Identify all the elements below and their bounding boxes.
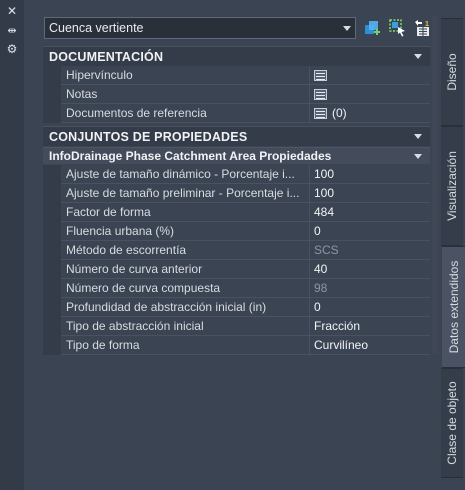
property-value[interactable]: 0: [314, 300, 321, 314]
property-row[interactable]: Tipo de abstracción inicial Fracción: [43, 317, 430, 336]
property-row[interactable]: Ajuste de tamaño dinámico - Porcentaje i…: [43, 165, 430, 184]
auto-hide-icon[interactable]: ⇹: [0, 24, 24, 38]
property-value-readonly: SCS: [314, 243, 339, 257]
property-label: Número de curva compuesta: [66, 281, 221, 295]
property-row[interactable]: Profundidad de abstracción inicial (in) …: [43, 298, 430, 317]
tab-visualizacion[interactable]: Visualización: [441, 126, 463, 246]
section-conjuntos-propiedades[interactable]: CONJUNTOS DE PROPIEDADES: [43, 126, 430, 146]
property-row-documentos[interactable]: Documentos de referencia (0): [43, 104, 430, 123]
table-icon[interactable]: [314, 108, 327, 119]
property-label: Número de curva anterior: [66, 262, 203, 276]
property-value[interactable]: 484: [314, 205, 334, 219]
property-value: (0): [332, 106, 347, 120]
palette-title-bar: ✕ ⇹ ⚙: [0, 0, 24, 490]
svg-text:1: 1: [425, 21, 429, 28]
property-value[interactable]: Fracción: [314, 319, 360, 333]
documentacion-rows: Hipervínculo Notas Documentos de referen…: [43, 66, 430, 123]
conjuntos-rows: Ajuste de tamaño dinámico - Porcentaje i…: [43, 165, 430, 355]
select-objects-icon[interactable]: [389, 19, 407, 37]
property-row[interactable]: Ajuste de tamaño preliminar - Porcentaje…: [43, 184, 430, 203]
property-label: Tipo de forma: [66, 338, 140, 352]
tab-label: Clase de objeto: [445, 381, 459, 465]
property-label: Notas: [66, 87, 98, 101]
collapse-icon[interactable]: [414, 54, 422, 59]
property-value-readonly: 98: [314, 281, 328, 295]
close-icon[interactable]: ✕: [0, 4, 24, 18]
property-row[interactable]: Método de escorrentía SCS: [43, 241, 430, 260]
property-row[interactable]: Fluencia urbana (%) 0: [43, 222, 430, 241]
object-type-select[interactable]: Cuenca vertiente: [44, 17, 356, 39]
chevron-down-icon: [343, 26, 351, 31]
tab-label: Datos extendidos: [446, 260, 461, 354]
property-row[interactable]: Factor de forma 484: [43, 203, 430, 222]
tab-label: Diseño: [445, 53, 459, 91]
property-label: Fluencia urbana (%): [66, 224, 175, 238]
table-icon[interactable]: [314, 89, 327, 100]
property-label: Tipo de abstracción inicial: [66, 319, 204, 333]
property-row[interactable]: Número de curva compuesta 98: [43, 279, 430, 298]
property-label: Documentos de referencia: [66, 106, 207, 120]
properties-settings-icon[interactable]: ⚙: [0, 42, 24, 56]
property-label: Profundidad de abstracción inicial (in): [66, 300, 267, 314]
palette-tabs: Diseño Visualización Datos extendidos Cl…: [441, 0, 465, 490]
property-label: Factor de forma: [66, 205, 151, 219]
tab-label: Visualización: [445, 151, 459, 221]
property-set-title: InfoDrainage Phase Catchment Area Propie…: [49, 149, 332, 163]
tab-diseno[interactable]: Diseño: [441, 18, 463, 126]
toggle-pickadd-icon[interactable]: 1: [413, 19, 431, 37]
section-title: CONJUNTOS DE PROPIEDADES: [49, 130, 248, 144]
collapse-icon[interactable]: [414, 134, 422, 139]
property-row-notas[interactable]: Notas: [43, 85, 430, 104]
property-label: Método de escorrentía: [66, 243, 187, 257]
property-value[interactable]: 0: [314, 224, 321, 238]
object-type-value: Cuenca vertiente: [49, 21, 144, 35]
property-grid: DOCUMENTACIÓN Hipervínculo Notas Documen…: [43, 46, 430, 356]
property-label: Ajuste de tamaño preliminar - Porcentaje…: [66, 186, 300, 200]
property-value[interactable]: 100: [314, 186, 334, 200]
property-set-header[interactable]: InfoDrainage Phase Catchment Area Propie…: [43, 147, 430, 164]
section-title: DOCUMENTACIÓN: [49, 50, 164, 64]
property-label: Hipervínculo: [66, 68, 133, 82]
property-row[interactable]: Tipo de forma Curvilíneo: [43, 336, 430, 355]
property-label: Ajuste de tamaño dinámico - Porcentaje i…: [66, 167, 295, 181]
property-value[interactable]: 100: [314, 167, 334, 181]
tab-clase-de-objeto[interactable]: Clase de objeto: [441, 368, 463, 478]
quick-select-icon[interactable]: [364, 19, 382, 37]
collapse-icon[interactable]: [414, 154, 422, 159]
scrollbar[interactable]: [432, 16, 438, 354]
tab-datos-extendidos[interactable]: Datos extendidos: [442, 246, 465, 368]
property-value[interactable]: 40: [314, 262, 327, 276]
property-value[interactable]: Curvilíneo: [314, 338, 368, 352]
property-row[interactable]: Número de curva anterior 40: [43, 260, 430, 279]
table-icon[interactable]: [314, 70, 327, 81]
section-documentacion[interactable]: DOCUMENTACIÓN: [43, 46, 430, 66]
property-row-hipervinculo[interactable]: Hipervínculo: [43, 66, 430, 85]
